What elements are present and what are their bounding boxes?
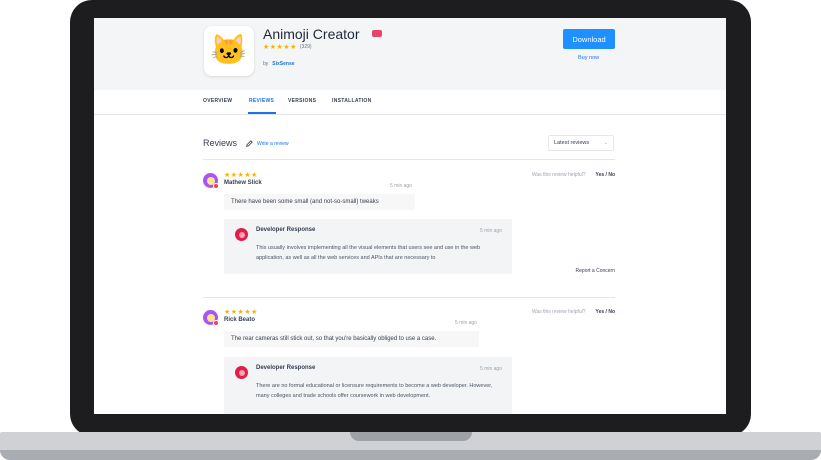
laptop-base-bottom [0, 450, 821, 460]
rating-row: ★★★★★ (329) [263, 43, 312, 51]
review-time: 5 min ago [455, 320, 477, 326]
developer-response-time: 5 min ago [480, 228, 502, 234]
active-tab-indicator [248, 112, 276, 114]
laptop-notch [350, 432, 472, 441]
divider [203, 159, 615, 160]
developer-response-text: This usually involves implementing all t… [256, 245, 481, 261]
developer-response-text: There are no formal educational or licen… [256, 383, 493, 399]
developer-response-time: 5 min ago [480, 366, 502, 372]
app-title: Animoji Creator [263, 26, 360, 42]
write-review-label: Write a review [257, 140, 289, 147]
developer-response-title: Developer Response [256, 365, 316, 371]
review-comment: There have been some small (and not-so-s… [224, 194, 415, 210]
review-stars: ★★★★★ [224, 309, 258, 316]
review-item: ★★★★★ Rick Beato 5 min ago Was this revi… [203, 308, 615, 414]
sort-selected-value: Latest reviews [554, 140, 590, 146]
rating-stars: ★★★★★ [263, 44, 297, 51]
review-time: 5 min ago [390, 183, 412, 189]
pencil-icon [246, 140, 253, 147]
online-status-dot [213, 183, 219, 189]
helpful-question: Was this review helpful? [531, 309, 586, 315]
helpful-prompt: Was this review helpful? Yes / No [532, 172, 615, 178]
helpful-prompt: Was this review helpful? Yes / No [532, 309, 615, 315]
reviewer-name: Mathew Slick [224, 180, 262, 186]
developer-response-title: Developer Response [256, 227, 316, 233]
app-icon: 🐱 [204, 26, 254, 76]
tab-bar: OVERVIEW REVIEWS VERSIONS INSTALLATION [94, 90, 726, 115]
cat-face-icon: 🐱 [210, 34, 248, 67]
review-item: ★★★★★ Mathew Slick 5 min ago Was this re… [203, 171, 615, 281]
review-stars: ★★★★★ [224, 172, 258, 179]
reviewer-name: Rick Beato [224, 317, 256, 323]
app-header: 🐱 Animoji Creator ★★★★★ (329) by SixSense… [94, 18, 726, 90]
buy-now-link[interactable]: Buy now [578, 55, 599, 61]
developer-avatar [235, 366, 248, 379]
tab-overview[interactable]: OVERVIEW [203, 98, 232, 104]
tab-reviews[interactable]: REVIEWS [249, 98, 274, 104]
write-review-link[interactable]: Write a review [246, 140, 289, 147]
online-status-dot [213, 320, 219, 326]
developer-byline: by SixSense [263, 61, 295, 67]
chevron-down-icon: ⌄ [603, 140, 608, 146]
rating-count: (329) [299, 44, 312, 50]
download-button[interactable]: Download [563, 29, 615, 49]
developer-response: Developer Response 5 min ago This usuall… [224, 219, 512, 274]
tab-installation[interactable]: INSTALLATION [332, 98, 372, 104]
reviews-heading: Reviews [203, 138, 238, 148]
review-comment: The rear cameras still stick out, so tha… [224, 331, 479, 347]
report-concern-link[interactable]: Report a Concern [576, 268, 615, 274]
app-badge [372, 30, 382, 37]
laptop-screen: 🐱 Animoji Creator ★★★★★ (329) by SixSense… [94, 18, 726, 414]
helpful-yes-no[interactable]: Yes / No [596, 172, 615, 178]
developer-response: Developer Response 5 min ago There are n… [224, 357, 512, 414]
helpful-yes-no[interactable]: Yes / No [596, 309, 615, 315]
helpful-question: Was this review helpful? [531, 172, 586, 178]
tab-versions[interactable]: VERSIONS [288, 98, 316, 104]
by-label: by [263, 61, 269, 67]
author-link[interactable]: SixSense [272, 61, 294, 67]
sort-select[interactable]: Latest reviews ⌄ [548, 135, 614, 151]
divider [203, 297, 615, 298]
developer-avatar [235, 228, 248, 241]
